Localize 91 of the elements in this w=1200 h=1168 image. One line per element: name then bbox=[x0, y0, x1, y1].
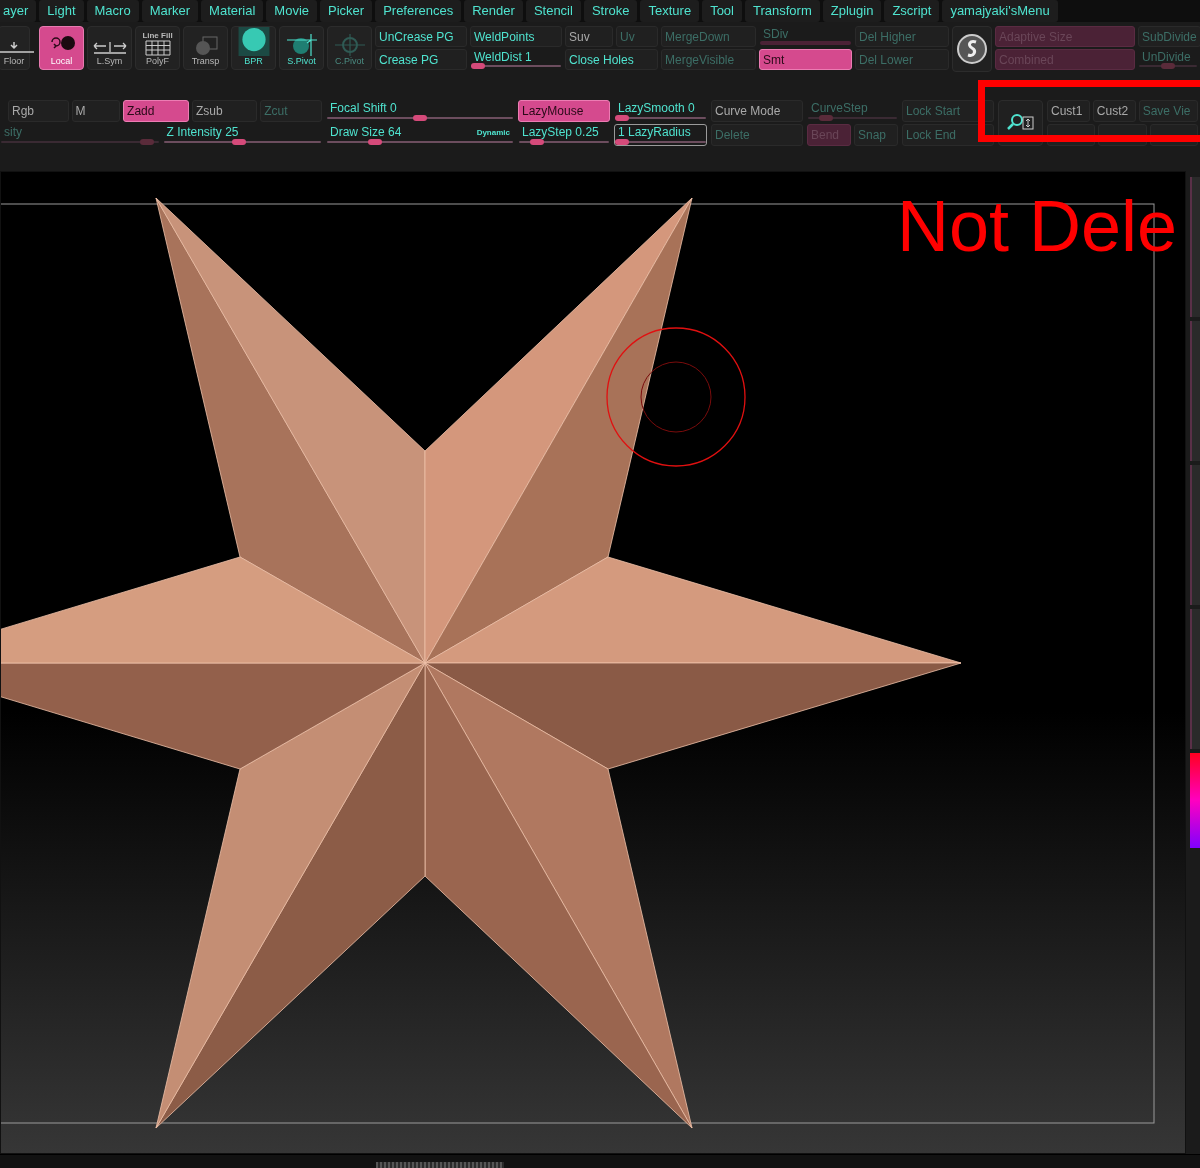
tool-button[interactable]: S.Pivot bbox=[279, 25, 324, 70]
slider-thumb[interactable] bbox=[232, 138, 247, 145]
slider-track[interactable] bbox=[163, 140, 321, 143]
slider[interactable]: LazySmooth 0 bbox=[614, 99, 707, 122]
toolbar-button[interactable]: Crease PG bbox=[375, 48, 467, 70]
tool-caption: Line Fill bbox=[142, 30, 173, 40]
slider-thumb[interactable] bbox=[368, 138, 383, 145]
floor-icon bbox=[0, 39, 34, 56]
slider[interactable]: WeldDist 1 bbox=[470, 48, 562, 70]
tool-label: L.Sym bbox=[96, 55, 123, 66]
slider-track[interactable] bbox=[519, 140, 609, 143]
menu-item[interactable]: Zplugin bbox=[822, 0, 882, 22]
sphere-logo-icon bbox=[956, 32, 988, 65]
menu-item[interactable]: Light bbox=[39, 0, 84, 22]
pivot-icon bbox=[284, 33, 319, 56]
tool-label: Local bbox=[50, 55, 73, 66]
slider-thumb[interactable] bbox=[471, 62, 486, 69]
slider[interactable]: Draw Size 64 Dynamic bbox=[326, 123, 514, 146]
menu-item[interactable]: Material bbox=[201, 0, 264, 22]
annotation-text: Not Dele bbox=[897, 190, 1178, 262]
slider-label: CurveStep bbox=[810, 100, 869, 115]
menu-item[interactable]: Picker bbox=[320, 0, 373, 22]
tool-button[interactable]: Transp bbox=[183, 25, 228, 70]
slider-track[interactable] bbox=[327, 116, 513, 119]
slider[interactable]: Z Intensity 25 bbox=[162, 123, 322, 146]
tool-label: Floor bbox=[3, 55, 25, 66]
slider-label: Focal Shift 0 bbox=[329, 100, 398, 115]
toolbar-button[interactable]: Cust1 bbox=[1047, 99, 1090, 122]
tool-label: PolyF bbox=[146, 55, 169, 66]
slider-label: Z Intensity 25 bbox=[165, 124, 240, 139]
slider[interactable]: Focal Shift 0 bbox=[326, 99, 514, 122]
slider-label: Draw Size 64 bbox=[329, 124, 403, 139]
menu-item[interactable]: Macro bbox=[86, 0, 139, 22]
slider-label: LazyStep 0.25 bbox=[521, 124, 600, 139]
toolbar-button[interactable]: Cust2 bbox=[1092, 99, 1136, 122]
toolbar-button[interactable]: Zsub bbox=[191, 99, 258, 122]
menu-item[interactable]: Preferences bbox=[375, 0, 462, 22]
menu-item[interactable]: Render bbox=[464, 0, 523, 22]
menu-item[interactable]: ayer bbox=[0, 0, 37, 22]
toolbar-button[interactable]: Rgb bbox=[8, 99, 69, 122]
menu-item[interactable]: Marker bbox=[141, 0, 199, 22]
menu-item[interactable]: Stencil bbox=[525, 0, 581, 22]
slider-track[interactable] bbox=[615, 140, 706, 143]
tool-button[interactable]: BPR bbox=[231, 25, 276, 70]
toolbar-button[interactable]: Smt bbox=[759, 48, 852, 70]
slider-label: SDiv bbox=[762, 26, 790, 41]
slider-track[interactable] bbox=[615, 116, 706, 119]
slider-label: WeldDist 1 bbox=[473, 49, 533, 64]
tool-button[interactable]: Local bbox=[39, 25, 84, 70]
menu-item[interactable]: Tool bbox=[702, 0, 742, 22]
grid-icon bbox=[144, 39, 171, 56]
menu-item[interactable]: Transform bbox=[745, 0, 820, 22]
slider-label: sity bbox=[3, 124, 23, 139]
menu-item[interactable]: Texture bbox=[640, 0, 700, 22]
tool-label: S.Pivot bbox=[287, 55, 316, 66]
slider-label: UnDivide bbox=[1141, 49, 1192, 64]
toolbar-button[interactable]: Close Holes bbox=[565, 48, 658, 70]
slider-thumb[interactable] bbox=[615, 138, 630, 145]
slider-thumb[interactable] bbox=[413, 114, 427, 121]
tool-label: BPR bbox=[244, 55, 263, 66]
slider[interactable]: 1 LazyRadius bbox=[614, 123, 707, 146]
toolbar-button[interactable]: WeldPoints bbox=[470, 25, 562, 47]
slider-thumb[interactable] bbox=[615, 114, 630, 121]
tool-button[interactable]: Line Fill PolyF bbox=[135, 25, 180, 70]
resize-handle[interactable] bbox=[376, 1162, 504, 1168]
slider-thumb[interactable] bbox=[530, 138, 544, 145]
slider-track[interactable] bbox=[327, 140, 513, 143]
tool-label: Transp bbox=[191, 55, 220, 66]
tool-label: C.Pivot bbox=[335, 55, 364, 66]
toolbar-button[interactable]: Suv bbox=[565, 25, 613, 47]
toolbar-button[interactable]: Curve Mode bbox=[711, 99, 803, 122]
slider-track[interactable] bbox=[471, 64, 561, 67]
menu-item[interactable]: Movie bbox=[266, 0, 317, 22]
slider-label: LazySmooth 0 bbox=[617, 100, 696, 115]
toolbar-button[interactable]: LazyMouse bbox=[518, 99, 610, 122]
slider-label: 1 LazyRadius bbox=[617, 124, 692, 139]
dynamic-label: Dynamic bbox=[476, 127, 510, 137]
symmetry-arrows-icon bbox=[91, 39, 128, 56]
menu-item[interactable]: Stroke bbox=[583, 0, 638, 22]
crosshair-icon bbox=[332, 33, 367, 56]
slider-track[interactable] bbox=[760, 40, 851, 45]
toolbar-button[interactable]: Zadd bbox=[123, 99, 189, 122]
viewport-canvas[interactable]: Not Dele bbox=[0, 171, 1186, 1154]
color-picker[interactable] bbox=[1190, 753, 1200, 848]
toolbar-button[interactable]: M bbox=[71, 99, 121, 122]
sphere-logo-button[interactable] bbox=[952, 25, 992, 72]
tool-button[interactable]: L.Sym bbox=[87, 25, 132, 70]
menu-item[interactable]: Zscript bbox=[884, 0, 940, 22]
slider[interactable]: LazyStep 0.25 bbox=[518, 123, 610, 146]
menu-item[interactable]: yamajyaki'sMenu bbox=[942, 0, 1058, 22]
toolbar-button[interactable]: UnCrease PG bbox=[375, 25, 467, 47]
